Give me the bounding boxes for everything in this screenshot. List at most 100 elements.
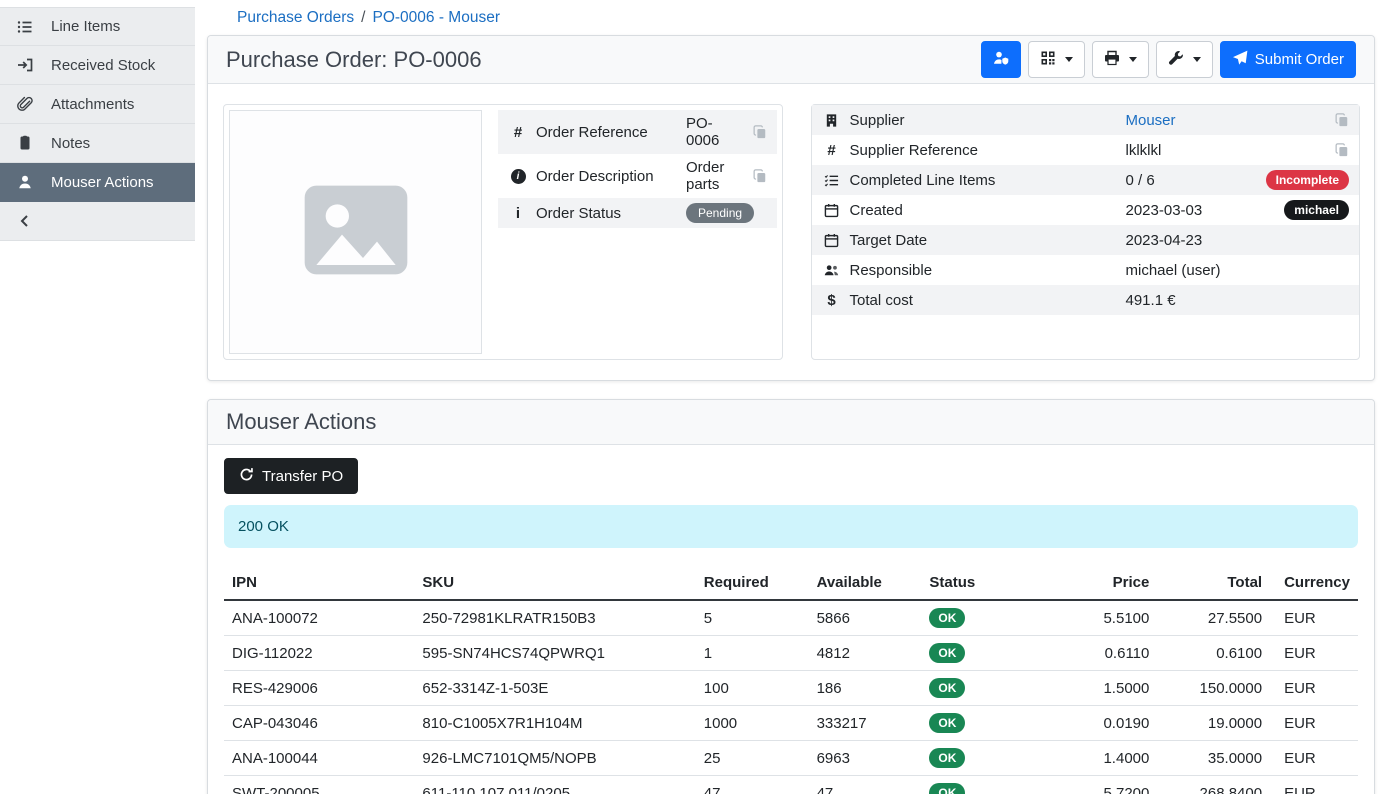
cell-ipn: DIG-112022	[224, 636, 414, 671]
cell-status: OK	[921, 741, 1056, 776]
sidebar-item-line-items[interactable]: Line Items	[0, 7, 195, 46]
col-header-price: Price	[1056, 566, 1157, 600]
cell-ipn: RES-429006	[224, 671, 414, 706]
sidebar-item-label: Line Items	[51, 18, 120, 35]
submit-order-button[interactable]: Submit Order	[1220, 41, 1356, 78]
detail-row-completed-line-items: Completed Line Items 0 / 6 Incomplete	[812, 165, 1360, 195]
detail-label: Completed Line Items	[850, 172, 1118, 189]
cell-required: 5	[696, 600, 809, 636]
copy-icon[interactable]	[1335, 143, 1349, 157]
cell-currency: EUR	[1270, 636, 1358, 671]
detail-value: 491.1 €	[1126, 292, 1176, 309]
detail-label: Responsible	[850, 262, 1118, 279]
sidebar-item-label: Mouser Actions	[51, 174, 154, 191]
table-row[interactable]: RES-429006 652-3314Z-1-503E 100 186 OK 1…	[224, 671, 1358, 706]
breadcrumb-link-purchase-orders[interactable]: Purchase Orders	[237, 9, 354, 26]
breadcrumb-link-current[interactable]: PO-0006 - Mouser	[372, 9, 500, 26]
wrench-icon	[1168, 50, 1184, 70]
copy-icon[interactable]	[753, 169, 767, 183]
users-icon	[822, 263, 842, 278]
order-status-badge: Pending	[686, 203, 754, 223]
copy-icon[interactable]	[753, 125, 767, 139]
table-header-row: IPN SKU Required Available Status Price …	[224, 566, 1358, 600]
cell-available: 4812	[809, 636, 922, 671]
cell-total: 268.8400	[1157, 776, 1270, 794]
status-badge: OK	[929, 748, 965, 768]
submit-order-label: Submit Order	[1255, 51, 1344, 68]
cell-required: 47	[696, 776, 809, 794]
transfer-po-button[interactable]: Transfer PO	[224, 458, 358, 494]
detail-row-target-date: Target Date 2023-04-23	[812, 225, 1360, 255]
paperclip-icon	[16, 96, 33, 113]
detail-label: Supplier Reference	[850, 142, 1118, 159]
cell-total: 27.5500	[1157, 600, 1270, 636]
col-header-ipn: IPN	[224, 566, 414, 600]
detail-row-supplier-reference: # Supplier Reference lklklkl	[812, 135, 1360, 165]
cell-total: 35.0000	[1157, 741, 1270, 776]
calendar-icon	[822, 203, 842, 218]
incomplete-badge: Incomplete	[1266, 170, 1349, 190]
cell-available: 47	[809, 776, 922, 794]
cell-sku: 611-110.107.011/0205	[414, 776, 695, 794]
cell-status: OK	[921, 636, 1056, 671]
detail-value: 0 / 6	[1126, 172, 1155, 189]
cell-available: 186	[809, 671, 922, 706]
cell-currency: EUR	[1270, 741, 1358, 776]
table-row[interactable]: DIG-112022 595-SN74HCS74QPWRQ1 1 4812 OK…	[224, 636, 1358, 671]
detail-row-order-reference: # Order Reference PO-0006	[498, 110, 777, 154]
cell-status: OK	[921, 671, 1056, 706]
table-row[interactable]: SWT-200005 611-110.107.011/0205 47 47 OK…	[224, 776, 1358, 794]
sidebar: Line Items Received Stock Attachments No…	[0, 0, 195, 794]
cell-ipn: ANA-100072	[224, 600, 414, 636]
sign-in-icon	[16, 57, 33, 74]
mouser-actions-body: Transfer PO 200 OK IPN SKU Required Avai…	[208, 445, 1374, 794]
cell-ipn: SWT-200005	[224, 776, 414, 794]
detail-label: Created	[850, 202, 1118, 219]
user-badge: michael	[1284, 200, 1349, 220]
copy-icon[interactable]	[1335, 113, 1349, 127]
cell-price: 1.5000	[1056, 671, 1157, 706]
order-actions-dropdown[interactable]	[1156, 41, 1213, 78]
sidebar-item-attachments[interactable]: Attachments	[0, 85, 195, 124]
order-details: # Order Reference PO-0006 i Order Descri…	[208, 84, 1374, 380]
detail-value: 2023-03-03	[1126, 202, 1203, 219]
sidebar-item-notes[interactable]: Notes	[0, 124, 195, 163]
breadcrumb: Purchase Orders/PO-0006 - Mouser	[195, 0, 1383, 35]
table-row[interactable]: ANA-100072 250-72981KLRATR150B3 5 5866 O…	[224, 600, 1358, 636]
sidebar-item-mouser-actions[interactable]: Mouser Actions	[0, 163, 195, 202]
list-check-icon	[822, 173, 842, 188]
cell-available: 6963	[809, 741, 922, 776]
cell-sku: 595-SN74HCS74QPWRQ1	[414, 636, 695, 671]
caret-down-icon	[1193, 57, 1201, 62]
cell-total: 150.0000	[1157, 671, 1270, 706]
hash-icon: #	[508, 124, 528, 141]
order-image-placeholder[interactable]	[229, 110, 482, 354]
sidebar-item-received-stock[interactable]: Received Stock	[0, 46, 195, 85]
col-header-available: Available	[809, 566, 922, 600]
supplier-link[interactable]: Mouser	[1126, 112, 1176, 129]
col-header-sku: SKU	[414, 566, 695, 600]
cell-required: 25	[696, 741, 809, 776]
cell-currency: EUR	[1270, 600, 1358, 636]
status-badge: OK	[929, 678, 965, 698]
detail-value: lklklkl	[1126, 142, 1162, 159]
chevron-left-icon	[16, 213, 33, 230]
detail-value: Order parts	[686, 159, 745, 193]
calendar-icon	[822, 233, 842, 248]
user-permissions-button[interactable]	[981, 41, 1021, 78]
supplier-info-card: Supplier Mouser # Supplier Reference lkl…	[811, 104, 1361, 360]
cell-available: 333217	[809, 706, 922, 741]
sidebar-collapse-button[interactable]	[0, 202, 195, 241]
table-row[interactable]: ANA-100044 926-LMC7101QM5/NOPB 25 6963 O…	[224, 741, 1358, 776]
print-actions-dropdown[interactable]	[1092, 41, 1149, 78]
barcode-actions-dropdown[interactable]	[1028, 41, 1085, 78]
table-row[interactable]: CAP-043046 810-C1005X7R1H104M 1000 33321…	[224, 706, 1358, 741]
main-content: Purchase Orders/PO-0006 - Mouser Purchas…	[195, 0, 1383, 794]
detail-label: Total cost	[850, 292, 1118, 309]
send-icon	[1232, 50, 1248, 70]
printer-icon	[1104, 50, 1120, 70]
note-icon	[16, 135, 33, 152]
detail-label: Order Status	[536, 205, 678, 222]
detail-value: PO-0006	[686, 115, 745, 149]
cell-price: 5.5100	[1056, 600, 1157, 636]
